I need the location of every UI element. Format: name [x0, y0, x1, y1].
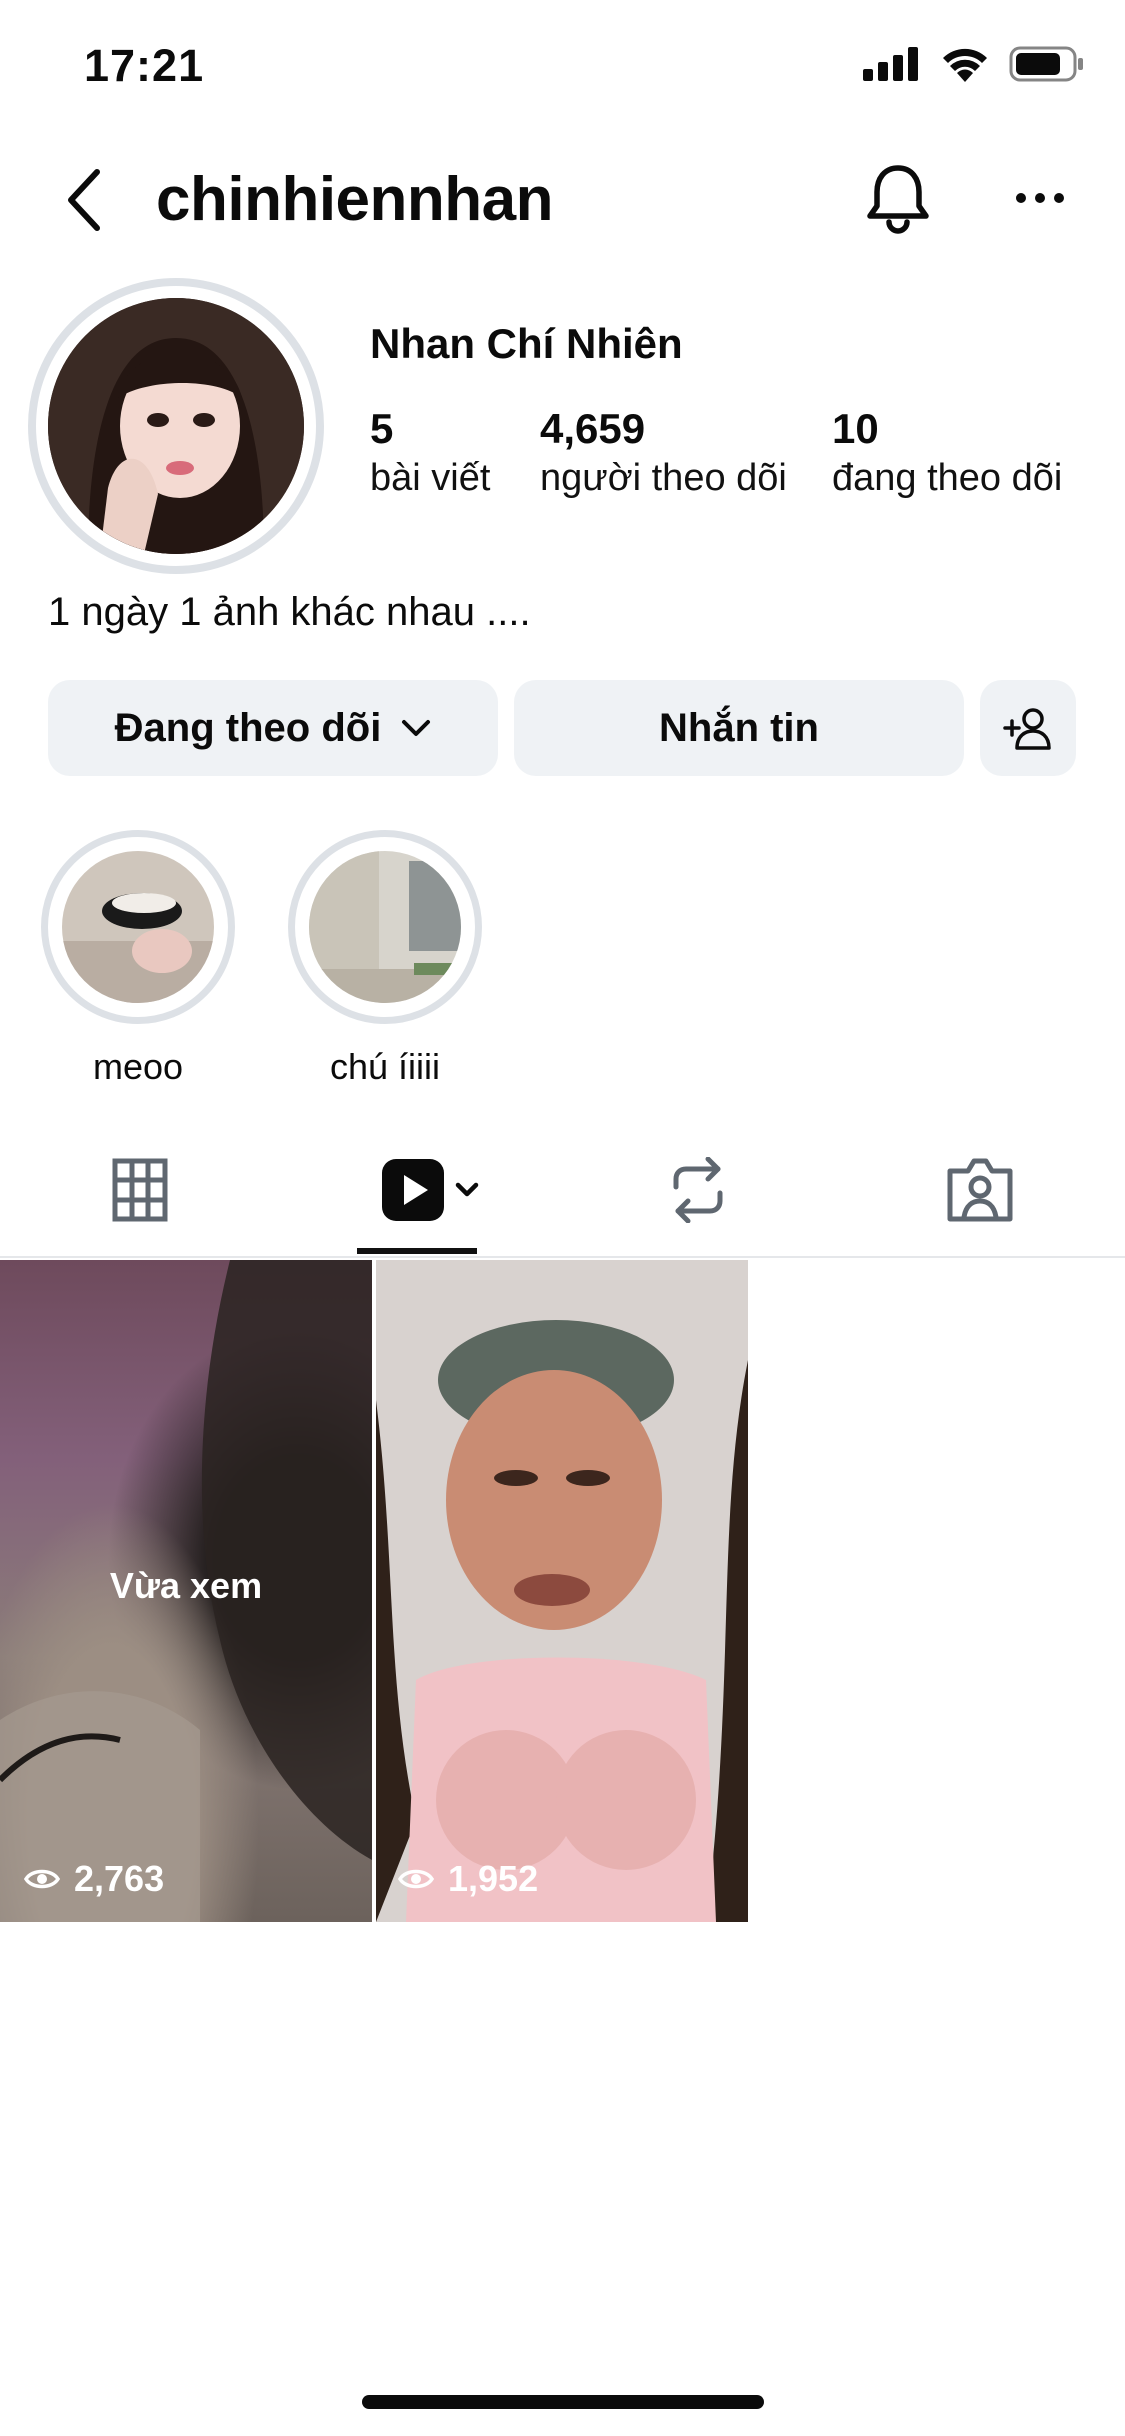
- view-count: 2,763: [74, 1858, 165, 1899]
- followers-label: người theo dõi: [540, 457, 787, 499]
- message-button[interactable]: Nhắn tin: [514, 680, 964, 776]
- wifi-icon: [943, 48, 987, 82]
- battery-icon: [1009, 46, 1083, 82]
- tab-divider: [0, 1256, 1125, 1258]
- view-count: 1,952: [448, 1858, 539, 1899]
- display-name: Nhan Chí Nhiên: [370, 320, 683, 367]
- tagged-icon: [947, 1158, 1013, 1222]
- profile-avatar-button[interactable]: [28, 278, 324, 574]
- tab-tagged[interactable]: [910, 1140, 1050, 1240]
- followers-stat[interactable]: 4,659 người theo dõi: [540, 405, 787, 503]
- suggest-people-button[interactable]: [980, 680, 1076, 776]
- active-tab-indicator: [357, 1248, 477, 1254]
- tab-grid[interactable]: [70, 1140, 210, 1240]
- profile-username: chinhiennhan: [156, 165, 554, 234]
- grid-icon: [112, 1158, 168, 1222]
- avatar-image: [48, 298, 304, 554]
- status-time: 17:21: [84, 40, 205, 91]
- reel-thumbnail[interactable]: [376, 1260, 748, 1922]
- highlight-ring: [288, 830, 482, 1024]
- reel-image: [376, 1260, 748, 1922]
- tab-reposts[interactable]: [628, 1140, 768, 1240]
- eye-icon: [24, 1869, 60, 1889]
- posts-stat[interactable]: 5 bài viết: [370, 405, 490, 503]
- back-icon: [68, 169, 100, 231]
- reel-views: 2,763: [24, 1858, 164, 1900]
- status-icons: [863, 46, 1085, 82]
- posts-count: 5: [370, 405, 394, 452]
- following-label: đang theo dõi: [832, 457, 1063, 499]
- back-button[interactable]: [50, 160, 120, 240]
- highlight-meoo[interactable]: meoo: [41, 830, 235, 1088]
- reel-views: 1,952: [398, 1858, 538, 1900]
- recently-viewed-label: Vừa xem: [109, 1565, 263, 1606]
- signal-icon: [863, 47, 918, 81]
- highlight-ring: [41, 830, 235, 1024]
- highlight-cover: [309, 851, 461, 1003]
- highlight-cover: [62, 851, 214, 1003]
- tab-reels[interactable]: [350, 1140, 510, 1240]
- repost-icon: [673, 1157, 723, 1223]
- following-button-label: Đang theo dõi: [114, 705, 382, 750]
- followers-count: 4,659: [540, 405, 646, 452]
- more-icon: [1016, 193, 1064, 203]
- following-button[interactable]: Đang theo dõi: [48, 680, 498, 776]
- eye-icon: [398, 1869, 434, 1889]
- profile-bio: 1 ngày 1 ảnh khác nhau ....: [48, 590, 531, 634]
- highlight-chu[interactable]: chú íiiii: [288, 830, 482, 1088]
- highlight-label: chú íiiii: [329, 1046, 441, 1087]
- following-count: 10: [832, 405, 879, 452]
- highlight-label: meoo: [92, 1046, 184, 1087]
- avatar: [48, 298, 304, 554]
- posts-label: bài viết: [370, 457, 491, 499]
- reels-icon: [382, 1159, 479, 1221]
- add-person-icon: [1003, 708, 1051, 750]
- home-indicator[interactable]: [362, 2395, 764, 2409]
- chevron-down-icon: [402, 720, 431, 736]
- notifications-button[interactable]: [858, 158, 938, 238]
- message-button-label: Nhắn tin: [659, 705, 819, 750]
- more-options-button[interactable]: [1000, 158, 1080, 238]
- bell-icon: [867, 165, 929, 234]
- following-stat[interactable]: 10 đang theo dõi: [832, 405, 1062, 503]
